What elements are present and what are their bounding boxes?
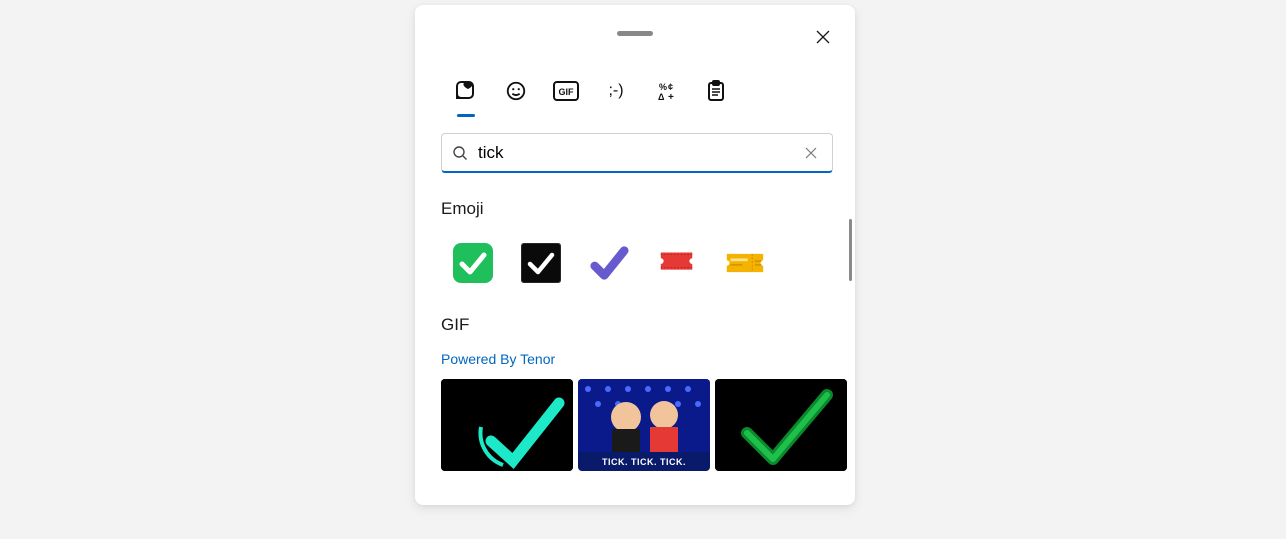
emoji-picker-panel: GIF ;-) % ¢ Δ + <box>415 5 855 505</box>
svg-text:GIF: GIF <box>559 87 575 97</box>
emoji-results-row <box>453 243 849 283</box>
svg-text:%: % <box>659 82 667 92</box>
category-tabs: GIF ;-) % ¢ Δ + <box>441 71 741 111</box>
emoji-check-mark-green[interactable] <box>453 243 493 283</box>
tab-gif[interactable]: GIF <box>541 71 591 111</box>
gif-section-heading: GIF <box>441 315 849 335</box>
clipboard-icon <box>706 80 726 102</box>
svg-text:Δ: Δ <box>658 92 665 102</box>
tab-recent-sticker[interactable] <box>441 71 491 111</box>
emoji-heavy-check-mark[interactable] <box>589 243 629 283</box>
clear-icon <box>805 147 817 159</box>
sticker-heart-icon <box>454 79 478 103</box>
svg-text:¢: ¢ <box>668 82 673 92</box>
gif-result-3[interactable] <box>715 379 847 471</box>
tab-emoji[interactable] <box>491 71 541 111</box>
smiley-icon <box>505 80 527 102</box>
scrollbar-thumb[interactable] <box>849 219 852 281</box>
search-field[interactable] <box>441 133 833 173</box>
clear-search-button[interactable] <box>800 142 822 164</box>
search-input[interactable] <box>478 143 790 163</box>
kaomoji-icon: ;-) <box>608 82 623 100</box>
drag-handle[interactable] <box>617 31 653 36</box>
gif-result-2[interactable]: TICK. TICK. TICK. <box>578 379 710 471</box>
gif-result-1[interactable] <box>441 379 573 471</box>
close-button[interactable] <box>807 21 839 53</box>
emoji-admission-tickets[interactable] <box>657 243 697 283</box>
results-area: Emoji <box>441 187 849 505</box>
close-icon <box>816 30 830 44</box>
tab-kaomoji[interactable]: ;-) <box>591 71 641 111</box>
tab-clipboard[interactable] <box>691 71 741 111</box>
search-icon <box>452 145 468 161</box>
powered-by-tenor-link[interactable]: Powered By Tenor <box>441 351 555 367</box>
emoji-check-box-black[interactable] <box>521 243 561 283</box>
gif-icon: GIF <box>553 81 579 101</box>
tab-symbols[interactable]: % ¢ Δ + <box>641 71 691 111</box>
emoji-section-heading: Emoji <box>441 199 849 219</box>
emoji-ticket[interactable] <box>725 243 765 283</box>
gif-results-row: TICK. TICK. TICK. <box>441 379 849 471</box>
symbols-icon: % ¢ Δ + <box>655 80 677 102</box>
gif-caption: TICK. TICK. TICK. <box>578 457 710 467</box>
svg-text:+: + <box>668 92 674 102</box>
